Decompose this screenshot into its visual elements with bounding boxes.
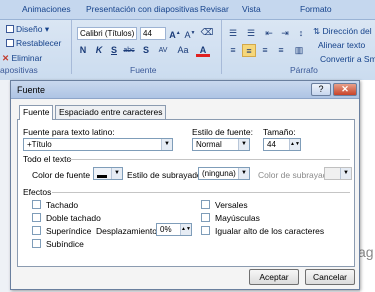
- dialog-titlebar[interactable]: Fuente ? ✕: [11, 81, 359, 99]
- all-caps-label: Mayúsculas: [215, 213, 260, 223]
- all-text-label: Todo el texto: [23, 154, 72, 164]
- latin-font-label: Fuente para texto latino:: [23, 127, 115, 137]
- reset-icon: [6, 39, 14, 47]
- superscript-label: Superíndice: [46, 226, 92, 236]
- underline-color-picker: ▼: [324, 167, 352, 180]
- latin-font-select[interactable]: +Título ▼: [23, 138, 173, 151]
- font-name-combo[interactable]: Calibri (Títulos): [77, 27, 137, 40]
- chevron-down-icon: ▼: [238, 139, 249, 150]
- small-caps-label: Versales: [215, 200, 248, 210]
- spinner-arrows-icon[interactable]: ▲▼: [289, 139, 300, 150]
- ribbon-tabs: Animaciones Presentación con diapositiva…: [0, 0, 375, 20]
- font-style-label: Estilo de fuente:: [192, 127, 253, 137]
- tab-revisar[interactable]: Revisar: [200, 4, 229, 14]
- separator: [52, 192, 350, 193]
- shrink-font-button[interactable]: A▼: [183, 27, 197, 40]
- spinner-arrows-icon[interactable]: ▲▼: [180, 224, 191, 235]
- underline-style-select[interactable]: (ninguna) ▼: [198, 167, 250, 180]
- font-group-label: Fuente: [130, 65, 157, 75]
- ribbon: Animaciones Presentación con diapositiva…: [0, 0, 375, 80]
- cancel-button[interactable]: Cancelar: [305, 269, 355, 285]
- chevron-down-icon: ▼: [161, 139, 172, 150]
- columns-icon[interactable]: ▥: [292, 44, 306, 57]
- design-button[interactable]: Diseño ▾: [6, 24, 49, 35]
- strikethrough-label: Tachado: [46, 200, 79, 210]
- numbering-icon[interactable]: ☰: [244, 27, 258, 40]
- separator: [68, 159, 350, 160]
- close-button[interactable]: ✕: [333, 83, 357, 96]
- font-dialog: Fuente ? ✕ Fuente Espaciado entre caract…: [10, 80, 360, 290]
- subscript-label: Subíndice: [46, 239, 84, 249]
- underline-style-label: Estilo de subrayado: [127, 170, 202, 180]
- decrease-indent-icon[interactable]: ⇤: [262, 27, 276, 40]
- strikethrough-checkbox[interactable]: [32, 200, 41, 209]
- double-strikethrough-checkbox[interactable]: [32, 213, 41, 222]
- delete-button[interactable]: ✕ Eliminar: [2, 53, 42, 64]
- tab-fuente[interactable]: Fuente: [19, 105, 54, 120]
- change-case-button[interactable]: Aa: [174, 44, 192, 57]
- small-caps-checkbox[interactable]: [201, 200, 210, 209]
- chevron-down-icon: ▼: [111, 168, 122, 179]
- size-label: Tamaño:: [263, 127, 296, 137]
- size-spinner[interactable]: 44 ▲▼: [263, 138, 301, 151]
- char-spacing-button[interactable]: AV: [154, 44, 172, 57]
- align-center-icon[interactable]: ≡: [242, 44, 256, 57]
- underline-button[interactable]: S: [107, 44, 121, 57]
- clear-format-icon[interactable]: ⌫: [200, 26, 214, 39]
- double-strikethrough-label: Doble tachado: [46, 213, 101, 223]
- equalize-height-checkbox[interactable]: [201, 226, 210, 235]
- reset-button[interactable]: Restablecer: [6, 38, 61, 48]
- tab-espaciado[interactable]: Espaciado entre caracteres: [55, 105, 167, 119]
- paragraph-group-label: Párrafo: [290, 65, 318, 75]
- layout-icon: [6, 25, 14, 33]
- tab-presentacion[interactable]: Presentación con diapositivas: [86, 4, 198, 14]
- text-direction-button[interactable]: ⇅ Dirección del: [313, 26, 372, 37]
- help-button[interactable]: ?: [311, 83, 331, 96]
- strikethrough-button[interactable]: abc: [122, 44, 136, 57]
- font-tab-panel: Fuente para texto latino: +Título ▼ Estil…: [17, 119, 355, 267]
- align-left-icon[interactable]: ≡: [226, 44, 240, 57]
- paint-bucket-icon: [97, 175, 107, 178]
- document-area: ag: [358, 80, 375, 292]
- ok-button[interactable]: Aceptar: [249, 269, 299, 285]
- grow-font-button[interactable]: A▲: [168, 27, 182, 40]
- font-color-label: Color de fuente: [32, 170, 91, 180]
- convert-smartart-button[interactable]: Convertir a Sm: [320, 54, 375, 64]
- delete-icon: ✕: [2, 53, 10, 63]
- line-spacing-icon[interactable]: ↕: [294, 27, 308, 40]
- shadow-button[interactable]: S: [139, 44, 153, 57]
- all-caps-checkbox[interactable]: [201, 213, 210, 222]
- font-style-select[interactable]: Normal ▼: [192, 138, 250, 151]
- offset-spinner[interactable]: 0% ▲▼: [156, 223, 192, 236]
- underline-color-label: Color de subrayado: [258, 170, 333, 180]
- subscript-checkbox[interactable]: [32, 239, 41, 248]
- align-text-button[interactable]: Alinear texto: [318, 40, 365, 50]
- tab-animaciones[interactable]: Animaciones: [22, 4, 71, 14]
- font-color-button[interactable]: A: [196, 44, 210, 57]
- italic-button[interactable]: K: [92, 44, 106, 57]
- bullets-icon[interactable]: ☰: [226, 27, 240, 40]
- dialog-title: Fuente: [17, 85, 46, 95]
- tab-vista[interactable]: Vista: [242, 4, 261, 14]
- superscript-checkbox[interactable]: [32, 226, 41, 235]
- font-size-combo[interactable]: 44: [140, 27, 166, 40]
- tab-formato[interactable]: Formato: [300, 4, 332, 14]
- chevron-down-icon: ▼: [340, 168, 351, 179]
- bold-button[interactable]: N: [76, 44, 90, 57]
- text-direction-icon: ⇅: [313, 26, 321, 36]
- font-color-picker[interactable]: ▼: [93, 167, 123, 180]
- background-text: ag: [358, 244, 374, 260]
- equalize-height-label: Igualar alto de los caracteres: [215, 226, 325, 236]
- increase-indent-icon[interactable]: ⇥: [278, 27, 292, 40]
- chevron-down-icon: ▼: [238, 168, 249, 179]
- offset-label: Desplazamiento:: [96, 226, 160, 236]
- slides-group-label: apositivas: [0, 65, 38, 75]
- align-right-icon[interactable]: ≡: [258, 44, 272, 57]
- justify-icon[interactable]: ≡: [274, 44, 288, 57]
- effects-label: Efectos: [23, 187, 52, 197]
